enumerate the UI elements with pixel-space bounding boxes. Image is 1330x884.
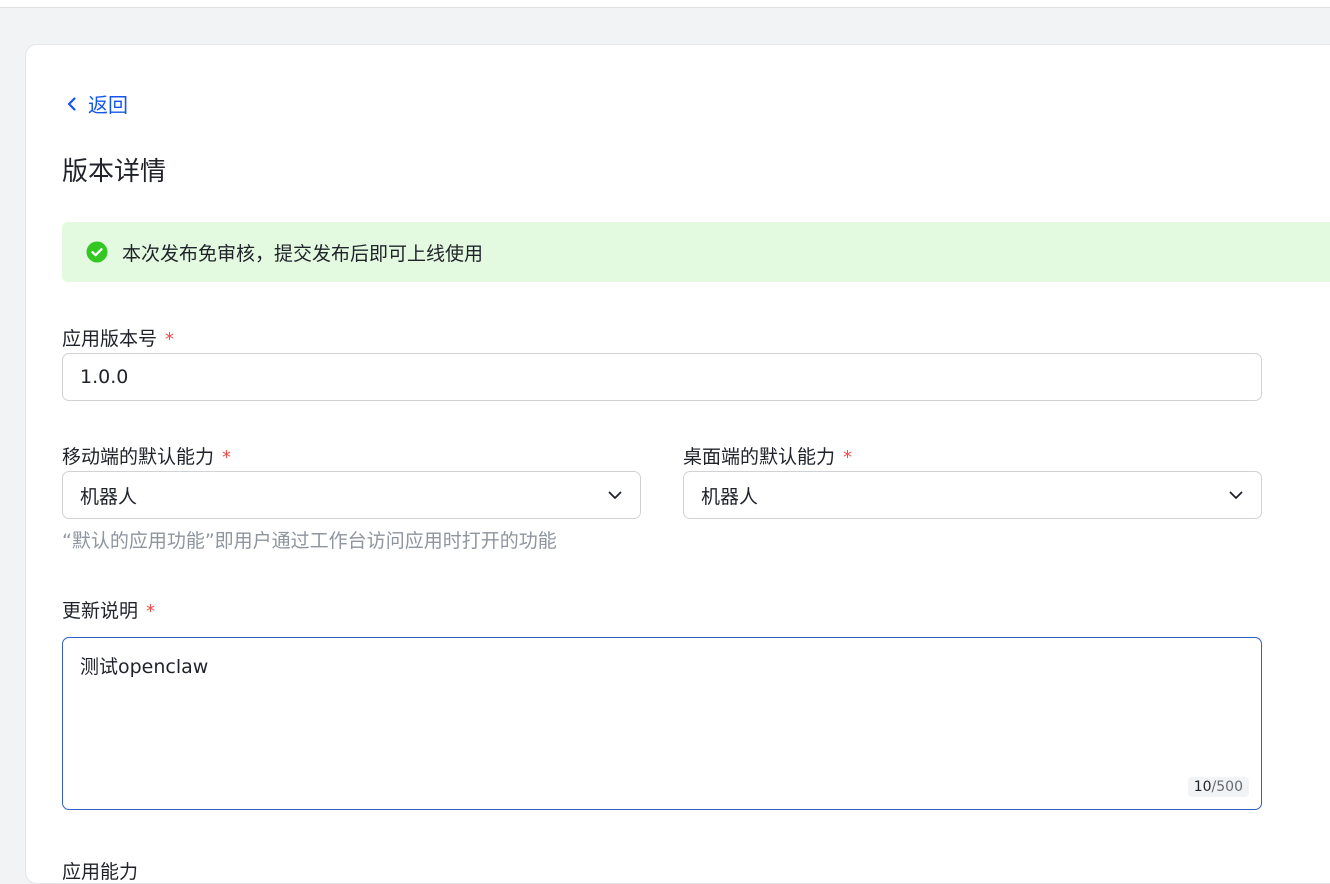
version-detail-card: 返回 版本详情 本次发布免审核，提交发布后即可上线使用 应用版本号 * 1.0.0…: [25, 44, 1330, 884]
chevron-down-icon: [608, 491, 622, 499]
success-notice: 本次发布免审核，提交发布后即可上线使用: [62, 222, 1330, 282]
mobile-default-value: 机器人: [80, 485, 138, 508]
desktop-default-label-text: 桌面端的默认能力: [683, 446, 836, 468]
version-label-text: 应用版本号: [62, 328, 158, 350]
required-mark: *: [843, 447, 853, 468]
character-counter: 10/500: [1187, 777, 1249, 797]
chevron-down-icon: [1229, 491, 1243, 499]
chevron-left-icon: [67, 96, 76, 111]
desktop-default-select[interactable]: 机器人: [683, 471, 1262, 519]
version-input[interactable]: 1.0.0: [62, 353, 1262, 401]
default-capability-hint: “默认的应用功能”即用户通过工作台访问应用时打开的功能: [62, 530, 557, 552]
required-mark: *: [165, 329, 175, 350]
character-count-max: /500: [1211, 779, 1243, 795]
required-mark: *: [222, 447, 232, 468]
mobile-default-label-text: 移动端的默认能力: [62, 446, 215, 468]
mobile-default-label: 移动端的默认能力 *: [62, 442, 231, 469]
back-label: 返回: [88, 93, 128, 117]
release-notes-label-text: 更新说明: [62, 600, 139, 622]
page-title: 版本详情: [62, 157, 167, 187]
release-notes-label: 更新说明 *: [62, 596, 155, 623]
release-notes-value: 测试openclaw: [80, 656, 209, 678]
required-mark: *: [146, 601, 156, 622]
top-bar: [0, 0, 1330, 8]
character-count-current: 10: [1193, 779, 1212, 795]
version-label: 应用版本号 *: [62, 324, 174, 351]
desktop-default-label: 桌面端的默认能力 *: [683, 442, 852, 469]
release-notes-textarea[interactable]: 测试openclaw 10/500: [62, 637, 1262, 810]
app-capability-label: 应用能力: [62, 861, 139, 883]
back-button[interactable]: 返回: [64, 89, 128, 118]
check-circle-icon: [86, 241, 108, 263]
mobile-default-select[interactable]: 机器人: [62, 471, 641, 519]
desktop-default-value: 机器人: [701, 485, 759, 508]
version-input-value: 1.0.0: [80, 366, 129, 388]
notice-text: 本次发布免审核，提交发布后即可上线使用: [122, 242, 484, 265]
